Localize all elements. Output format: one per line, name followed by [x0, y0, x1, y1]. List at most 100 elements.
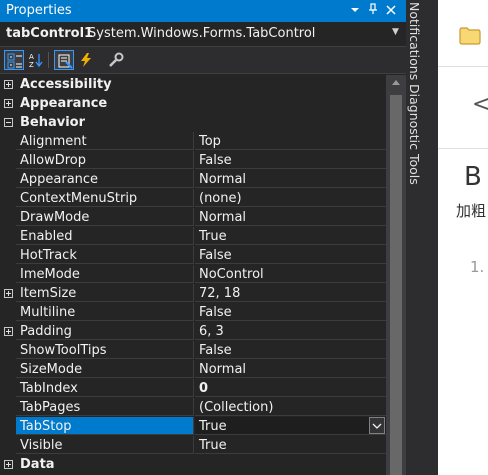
categorized-icon[interactable] — [4, 50, 24, 70]
property-name: SizeMode — [16, 360, 194, 378]
row-gutter — [0, 303, 16, 322]
property-row-imemode[interactable]: ImeMode NoControl — [0, 265, 386, 284]
divider — [438, 66, 488, 67]
property-name: TabStop — [16, 417, 194, 435]
list-number: 1. — [470, 258, 485, 276]
divider — [438, 148, 488, 149]
row-gutter — [0, 398, 16, 417]
bold-heading: B — [464, 162, 482, 192]
row-gutter — [0, 360, 16, 379]
notifications-tab[interactable]: Notifications — [407, 2, 422, 80]
category-label[interactable]: Accessibility — [20, 75, 112, 94]
property-row-enabled[interactable]: Enabled True — [0, 227, 386, 246]
property-name: AllowDrop — [16, 151, 194, 169]
properties-panel: Properties tabControl1 System.Windows.Fo… — [0, 0, 406, 475]
property-value[interactable]: False — [195, 151, 386, 169]
property-value[interactable]: True — [195, 417, 386, 435]
folder-icon[interactable] — [459, 27, 481, 45]
svg-text:A: A — [29, 53, 34, 61]
property-name: ImeMode — [16, 265, 194, 283]
object-selector[interactable]: tabControl1 System.Windows.Forms.TabCont… — [0, 22, 406, 47]
property-row-padding[interactable]: Padding 6, 3 — [0, 322, 386, 341]
property-row-alignment[interactable]: Alignment Top — [0, 132, 386, 151]
events-icon[interactable] — [76, 50, 96, 70]
editor-pane: < B 加粗 1. — [438, 0, 488, 475]
row-gutter — [0, 189, 16, 208]
expand-icon[interactable] — [4, 99, 13, 108]
property-name: DrawMode — [16, 208, 194, 226]
property-value[interactable]: 0 — [195, 379, 386, 397]
property-name: ShowToolTips — [16, 341, 194, 359]
property-row-drawmode[interactable]: DrawMode Normal — [0, 208, 386, 227]
category-appearance[interactable]: Appearance — [0, 94, 386, 113]
side-tool-strip: Notifications Diagnostic Tools — [406, 0, 438, 475]
property-value[interactable]: NoControl — [195, 265, 386, 283]
property-name: ContextMenuStrip — [16, 189, 194, 207]
chevron-down-icon — [372, 423, 382, 429]
property-value[interactable]: False — [195, 303, 386, 321]
property-value[interactable]: 72, 18 — [195, 284, 386, 302]
category-behavior[interactable]: Behavior — [0, 113, 386, 132]
property-value[interactable]: (none) — [195, 189, 386, 207]
expand-icon[interactable] — [4, 80, 13, 89]
property-value[interactable]: Normal — [195, 208, 386, 226]
property-row-contextmenustrip[interactable]: ContextMenuStrip (none) — [0, 189, 386, 208]
properties-icon[interactable] — [54, 50, 74, 70]
panel-title: Properties — [6, 3, 72, 18]
scrollbar-thumb[interactable] — [390, 95, 402, 475]
pin-icon[interactable] — [366, 3, 380, 19]
collapse-icon[interactable] — [4, 118, 13, 127]
property-value[interactable]: Normal — [195, 360, 386, 378]
property-value[interactable]: 6, 3 — [195, 322, 386, 340]
toolbar-separator — [48, 52, 49, 68]
row-gutter — [0, 379, 16, 398]
property-value[interactable]: (Collection) — [195, 398, 386, 416]
expand-icon[interactable] — [4, 289, 13, 298]
category-data[interactable]: Data — [0, 455, 386, 474]
property-pages-icon[interactable] — [106, 50, 126, 70]
category-label[interactable]: Behavior — [20, 113, 85, 132]
property-row-visible[interactable]: Visible True — [0, 436, 386, 455]
property-value[interactable]: True — [195, 436, 386, 454]
property-row-tabpages[interactable]: TabPages (Collection) — [0, 398, 386, 417]
property-row-sizemode[interactable]: SizeMode Normal — [0, 360, 386, 379]
property-row-hottrack[interactable]: HotTrack False — [0, 246, 386, 265]
properties-titlebar: Properties — [0, 0, 406, 22]
diagnostic-tools-tab[interactable]: Diagnostic Tools — [407, 84, 422, 185]
row-gutter — [0, 265, 16, 284]
property-grid: Accessibility Appearance Behavior Alignment… — [0, 75, 386, 475]
row-gutter — [0, 132, 16, 151]
property-name: ItemSize — [16, 284, 194, 302]
alphabetical-icon[interactable]: A Z — [26, 50, 46, 70]
value-dropdown-button[interactable] — [369, 417, 385, 434]
dropdown-icon[interactable] — [348, 3, 362, 19]
property-value[interactable]: False — [195, 246, 386, 264]
category-label[interactable]: Appearance — [20, 94, 107, 113]
vertical-scrollbar[interactable] — [386, 75, 406, 475]
row-gutter — [0, 208, 16, 227]
property-value[interactable]: Normal — [195, 170, 386, 188]
category-label[interactable]: Data — [20, 455, 55, 474]
property-row-multiline[interactable]: Multiline False — [0, 303, 386, 322]
property-row-tabstop[interactable]: TabStop True — [0, 417, 386, 436]
property-value[interactable]: Top — [195, 132, 386, 150]
expand-icon[interactable] — [4, 327, 13, 336]
property-row-allowdrop[interactable]: AllowDrop False — [0, 151, 386, 170]
property-name: Multiline — [16, 303, 194, 321]
close-icon[interactable] — [384, 3, 398, 19]
property-row-tabindex[interactable]: TabIndex 0 — [0, 379, 386, 398]
expand-icon[interactable] — [4, 460, 13, 469]
property-row-showtooltips[interactable]: ShowToolTips False — [0, 341, 386, 360]
property-value[interactable]: True — [195, 227, 386, 245]
row-gutter — [0, 436, 16, 455]
category-accessibility[interactable]: Accessibility — [0, 75, 386, 94]
property-name: Appearance — [16, 170, 194, 188]
row-gutter — [0, 417, 16, 436]
chevron-down-icon[interactable]: ▼ — [392, 27, 399, 37]
property-name: Padding — [16, 322, 194, 340]
property-row-itemsize[interactable]: ItemSize 72, 18 — [0, 284, 386, 303]
property-row-appearance[interactable]: Appearance Normal — [0, 170, 386, 189]
back-chevron-icon[interactable]: < — [472, 92, 488, 117]
scroll-up-arrow-icon[interactable] — [392, 80, 400, 85]
property-value[interactable]: False — [195, 341, 386, 359]
